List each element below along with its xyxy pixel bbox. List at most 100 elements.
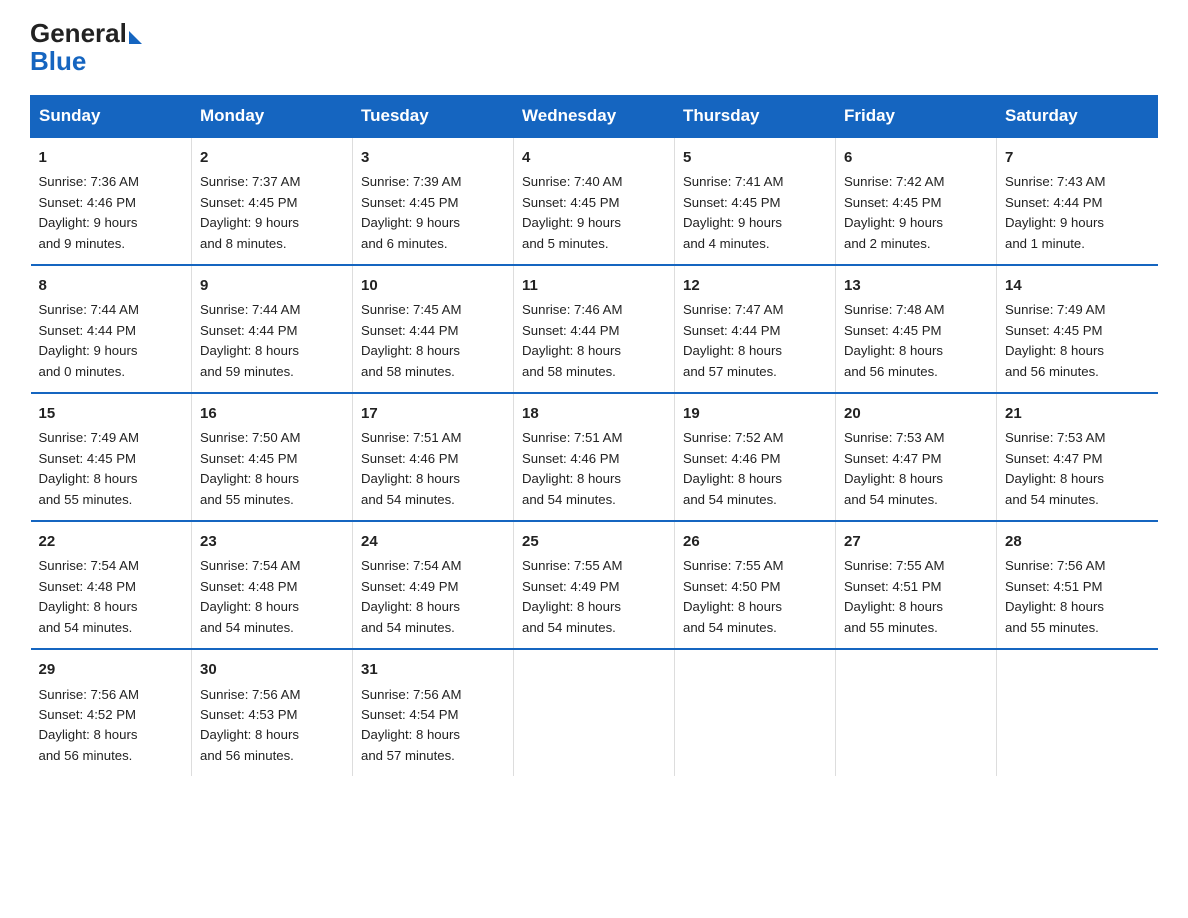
day-number: 29 — [39, 658, 184, 681]
calendar-cell: 23 Sunrise: 7:54 AMSunset: 4:48 PMDayligh… — [192, 521, 353, 649]
day-info: Sunrise: 7:48 AMSunset: 4:45 PMDaylight:… — [844, 300, 988, 382]
calendar-cell: 29 Sunrise: 7:56 AMSunset: 4:52 PMDayligh… — [31, 649, 192, 776]
day-number: 26 — [683, 530, 827, 553]
day-number: 7 — [1005, 146, 1150, 169]
calendar-header-row: SundayMondayTuesdayWednesdayThursdayFrid… — [31, 96, 1158, 138]
day-number: 5 — [683, 146, 827, 169]
day-number: 25 — [522, 530, 666, 553]
day-number: 1 — [39, 146, 184, 169]
weekday-header-saturday: Saturday — [997, 96, 1158, 138]
day-number: 30 — [200, 658, 344, 681]
day-info: Sunrise: 7:52 AMSunset: 4:46 PMDaylight:… — [683, 428, 827, 510]
calendar-cell: 30Sunrise: 7:56 AMSunset: 4:53 PMDayligh… — [192, 649, 353, 776]
day-number: 6 — [844, 146, 988, 169]
calendar-cell: 22Sunrise: 7:54 AMSunset: 4:48 PMDayligh… — [31, 521, 192, 649]
weekday-header-wednesday: Wednesday — [514, 96, 675, 138]
day-number: 14 — [1005, 274, 1150, 297]
calendar-cell — [997, 649, 1158, 776]
calendar-cell — [675, 649, 836, 776]
day-info: Sunrise: 7:49 AMSunset: 4:45 PMDaylight:… — [39, 428, 184, 510]
calendar-cell: 6 Sunrise: 7:42 AMSunset: 4:45 PMDaylight… — [836, 137, 997, 265]
calendar-week-row: 22 Sunrise: 7:54 AMSunset: 4:48 PMDayligh… — [31, 521, 1158, 649]
day-number: 11 — [522, 274, 666, 297]
calendar-cell — [836, 649, 997, 776]
day-info: Sunrise: 7:46 AMSunset: 4:44 PMDaylight:… — [522, 300, 666, 382]
calendar-cell: 3Sunrise: 7:39 AMSunset: 4:45 PMDaylight… — [353, 137, 514, 265]
calendar-cell: 27Sunrise: 7:55 AMSunset: 4:51 PMDayligh… — [836, 521, 997, 649]
day-number: 22 — [39, 530, 184, 553]
day-number: 17 — [361, 402, 505, 425]
day-info: Sunrise: 7:55 AMSunset: 4:49 PMDaylight:… — [522, 556, 666, 638]
day-number: 4 — [522, 146, 666, 169]
calendar-table: SundayMondayTuesdayWednesdayThursdayFrid… — [30, 95, 1158, 776]
calendar-week-row: 8 Sunrise: 7:44 AMSunset: 4:44 PMDaylight… — [31, 265, 1158, 393]
day-info: Sunrise: 7:47 AMSunset: 4:44 PMDaylight:… — [683, 300, 827, 382]
page-header: General Blue — [30, 20, 1158, 77]
calendar-cell: 9Sunrise: 7:44 AMSunset: 4:44 PMDaylight… — [192, 265, 353, 393]
calendar-cell: 28 Sunrise: 7:56 AMSunset: 4:51 PMDayligh… — [997, 521, 1158, 649]
calendar-cell: 7 Sunrise: 7:43 AMSunset: 4:44 PMDaylight… — [997, 137, 1158, 265]
day-info: Sunrise: 7:54 AMSunset: 4:49 PMDaylight:… — [361, 556, 505, 638]
day-info: Sunrise: 7:51 AMSunset: 4:46 PMDaylight:… — [361, 428, 505, 510]
calendar-cell: 17 Sunrise: 7:51 AMSunset: 4:46 PMDayligh… — [353, 393, 514, 521]
calendar-cell: 15 Sunrise: 7:49 AMSunset: 4:45 PMDayligh… — [31, 393, 192, 521]
weekday-header-sunday: Sunday — [31, 96, 192, 138]
calendar-week-row: 1 Sunrise: 7:36 AMSunset: 4:46 PMDaylight… — [31, 137, 1158, 265]
day-info: Sunrise: 7:39 AMSunset: 4:45 PMDaylight:… — [361, 172, 505, 254]
calendar-cell: 18 Sunrise: 7:51 AMSunset: 4:46 PMDayligh… — [514, 393, 675, 521]
day-number: 21 — [1005, 402, 1150, 425]
logo-triangle-icon — [129, 31, 142, 44]
day-info: Sunrise: 7:40 AMSunset: 4:45 PMDaylight:… — [522, 172, 666, 254]
calendar-cell: 1 Sunrise: 7:36 AMSunset: 4:46 PMDaylight… — [31, 137, 192, 265]
calendar-week-row: 15 Sunrise: 7:49 AMSunset: 4:45 PMDayligh… — [31, 393, 1158, 521]
calendar-cell: 13 Sunrise: 7:48 AMSunset: 4:45 PMDayligh… — [836, 265, 997, 393]
day-info: Sunrise: 7:56 AMSunset: 4:51 PMDaylight:… — [1005, 556, 1150, 638]
calendar-cell: 2 Sunrise: 7:37 AMSunset: 4:45 PMDaylight… — [192, 137, 353, 265]
day-number: 20 — [844, 402, 988, 425]
calendar-cell: 12Sunrise: 7:47 AMSunset: 4:44 PMDayligh… — [675, 265, 836, 393]
weekday-header-tuesday: Tuesday — [353, 96, 514, 138]
day-info: Sunrise: 7:56 AMSunset: 4:52 PMDaylight:… — [39, 685, 184, 767]
day-number: 10 — [361, 274, 505, 297]
day-info: Sunrise: 7:53 AMSunset: 4:47 PMDaylight:… — [844, 428, 988, 510]
day-info: Sunrise: 7:54 AMSunset: 4:48 PMDaylight:… — [200, 556, 344, 638]
calendar-cell: 20 Sunrise: 7:53 AMSunset: 4:47 PMDayligh… — [836, 393, 997, 521]
day-number: 13 — [844, 274, 988, 297]
logo-blue-text: Blue — [30, 46, 86, 77]
day-number: 23 — [200, 530, 344, 553]
calendar-week-row: 29 Sunrise: 7:56 AMSunset: 4:52 PMDayligh… — [31, 649, 1158, 776]
weekday-header-monday: Monday — [192, 96, 353, 138]
day-number: 15 — [39, 402, 184, 425]
day-info: Sunrise: 7:51 AMSunset: 4:46 PMDaylight:… — [522, 428, 666, 510]
day-number: 24 — [361, 530, 505, 553]
day-number: 28 — [1005, 530, 1150, 553]
calendar-cell: 14 Sunrise: 7:49 AMSunset: 4:45 PMDayligh… — [997, 265, 1158, 393]
calendar-cell: 10 Sunrise: 7:45 AMSunset: 4:44 PMDayligh… — [353, 265, 514, 393]
calendar-cell: 4 Sunrise: 7:40 AMSunset: 4:45 PMDaylight… — [514, 137, 675, 265]
calendar-cell: 11 Sunrise: 7:46 AMSunset: 4:44 PMDayligh… — [514, 265, 675, 393]
day-info: Sunrise: 7:44 AMSunset: 4:44 PMDaylight:… — [39, 300, 184, 382]
logo: General Blue — [30, 20, 144, 77]
day-number: 2 — [200, 146, 344, 169]
day-info: Sunrise: 7:56 AMSunset: 4:54 PMDaylight:… — [361, 685, 505, 767]
day-info: Sunrise: 7:36 AMSunset: 4:46 PMDaylight:… — [39, 172, 184, 254]
calendar-cell: 16Sunrise: 7:50 AMSunset: 4:45 PMDayligh… — [192, 393, 353, 521]
day-info: Sunrise: 7:37 AMSunset: 4:45 PMDaylight:… — [200, 172, 344, 254]
calendar-cell: 8 Sunrise: 7:44 AMSunset: 4:44 PMDaylight… — [31, 265, 192, 393]
day-number: 8 — [39, 274, 184, 297]
day-info: Sunrise: 7:43 AMSunset: 4:44 PMDaylight:… — [1005, 172, 1150, 254]
day-info: Sunrise: 7:44 AMSunset: 4:44 PMDaylight:… — [200, 300, 344, 382]
calendar-cell: 26 Sunrise: 7:55 AMSunset: 4:50 PMDayligh… — [675, 521, 836, 649]
day-info: Sunrise: 7:41 AMSunset: 4:45 PMDaylight:… — [683, 172, 827, 254]
day-info: Sunrise: 7:53 AMSunset: 4:47 PMDaylight:… — [1005, 428, 1150, 510]
day-info: Sunrise: 7:45 AMSunset: 4:44 PMDaylight:… — [361, 300, 505, 382]
calendar-cell: 21 Sunrise: 7:53 AMSunset: 4:47 PMDayligh… — [997, 393, 1158, 521]
calendar-cell: 31 Sunrise: 7:56 AMSunset: 4:54 PMDayligh… — [353, 649, 514, 776]
calendar-cell: 25 Sunrise: 7:55 AMSunset: 4:49 PMDayligh… — [514, 521, 675, 649]
day-info: Sunrise: 7:55 AMSunset: 4:50 PMDaylight:… — [683, 556, 827, 638]
day-number: 18 — [522, 402, 666, 425]
calendar-cell: 24 Sunrise: 7:54 AMSunset: 4:49 PMDayligh… — [353, 521, 514, 649]
day-info: Sunrise: 7:49 AMSunset: 4:45 PMDaylight:… — [1005, 300, 1150, 382]
day-info: Sunrise: 7:42 AMSunset: 4:45 PMDaylight:… — [844, 172, 988, 254]
day-number: 31 — [361, 658, 505, 681]
